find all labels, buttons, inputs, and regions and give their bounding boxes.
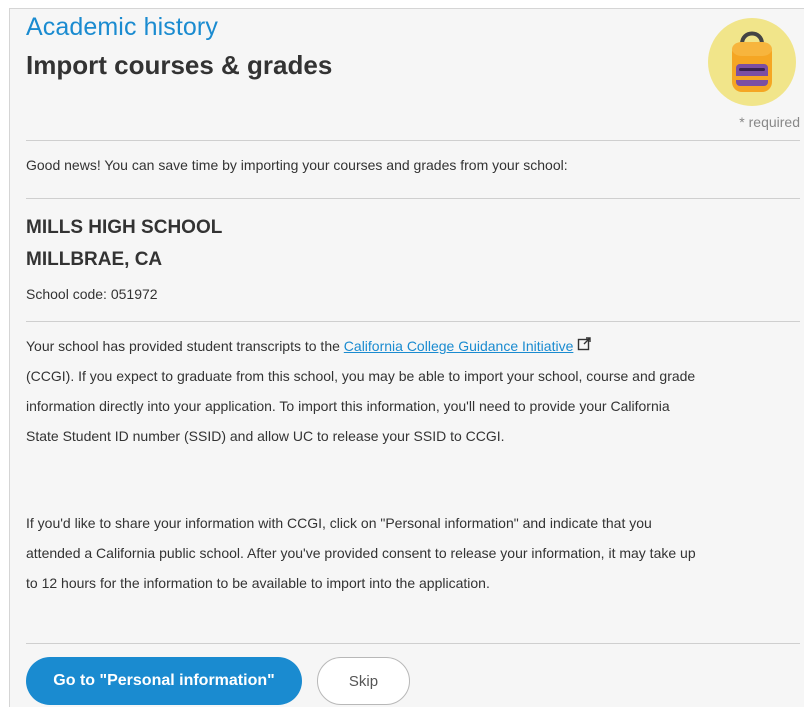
divider [26,140,800,141]
divider [26,198,800,199]
required-note: * required [739,114,800,130]
school-name: MILLS HIGH SCHOOL [26,217,223,238]
consent-info-paragraph: If you'd like to share your information … [26,515,696,591]
divider [26,321,800,322]
go-to-personal-information-button[interactable]: Go to "Personal information" [26,657,302,705]
section-title: Academic history [26,13,218,41]
skip-button[interactable]: Skip [317,657,410,705]
backpack-icon [732,31,772,92]
external-link-icon[interactable] [577,331,592,361]
page-header: Academic history Import courses & grades… [26,9,800,140]
divider [26,643,800,644]
ccgi-info-paragraph: Your school has provided student transcr… [26,331,706,451]
school-code: School code: 051972 [26,286,158,302]
ccgi-info-text-continued: (CCGI). If you expect to graduate from t… [26,368,696,444]
ccgi-info-text: Your school has provided student transcr… [26,338,344,354]
intro-text: Good news! You can save time by importin… [26,157,568,173]
main-panel: Academic history Import courses & grades… [9,8,804,707]
page-title: Import courses & grades [26,50,333,80]
ccgi-link[interactable]: California College Guidance Initiative [344,338,574,354]
school-city: MILLBRAE, CA [26,249,163,270]
avatar [708,18,796,106]
